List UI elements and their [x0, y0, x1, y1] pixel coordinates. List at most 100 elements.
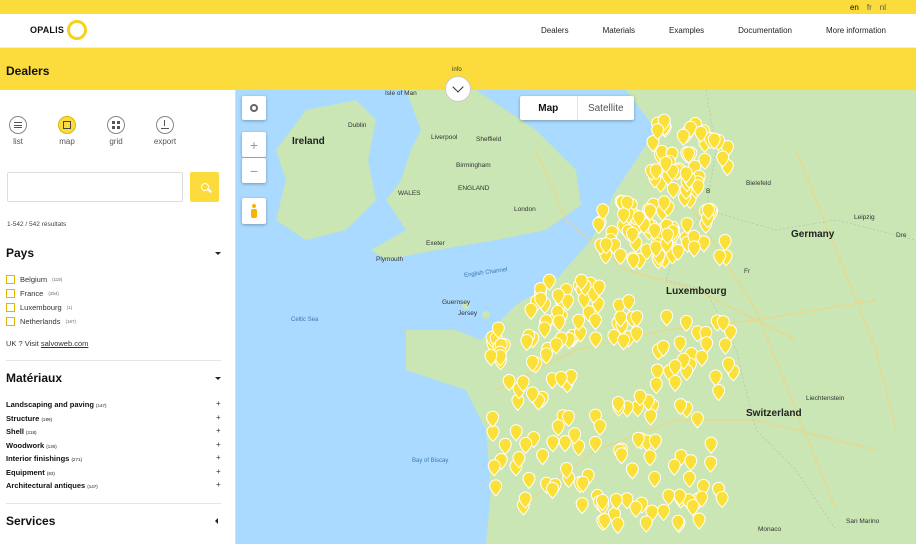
dealer-marker[interactable] [704, 455, 718, 473]
material-woodwork[interactable]: Woodwork (130) [6, 441, 57, 450]
dealer-marker[interactable] [613, 247, 627, 266]
checkbox[interactable] [6, 289, 15, 298]
dealer-marker[interactable] [684, 454, 698, 472]
nav-documentation[interactable]: Documentation [738, 26, 792, 35]
dealer-marker[interactable] [660, 309, 674, 327]
dealer-marker[interactable] [709, 369, 723, 387]
zoom-in-button[interactable]: + [242, 132, 266, 157]
pays-title[interactable]: Pays [6, 246, 34, 260]
dealer-marker[interactable] [718, 233, 732, 252]
dealer-marker[interactable] [666, 181, 680, 200]
dealer-marker[interactable] [673, 335, 687, 353]
dealer-marker[interactable] [489, 479, 503, 497]
dealer-marker[interactable] [546, 435, 560, 453]
services-title[interactable]: Services [6, 514, 55, 528]
dealer-marker[interactable] [643, 449, 657, 467]
dealer-marker[interactable] [539, 347, 553, 365]
dealer-marker[interactable] [625, 462, 639, 480]
plus-icon[interactable]: + [216, 399, 221, 408]
material-equipment[interactable]: Equipment (83) [6, 468, 55, 477]
dealer-marker[interactable] [690, 411, 704, 429]
dealer-marker[interactable] [715, 490, 729, 509]
map-type-map[interactable]: Map [520, 96, 578, 120]
search-button[interactable] [190, 172, 219, 202]
dealer-marker[interactable] [657, 503, 671, 522]
info-toggle-button[interactable] [445, 76, 471, 102]
dealer-marker[interactable] [668, 374, 682, 393]
dealer-marker[interactable] [704, 436, 718, 454]
dealer-marker[interactable] [639, 515, 653, 533]
dealer-marker[interactable] [558, 435, 572, 453]
nav-dealers[interactable]: Dealers [541, 26, 569, 35]
dealer-marker[interactable] [629, 500, 643, 518]
caret-down-icon[interactable] [215, 377, 221, 380]
view-grid[interactable]: grid [106, 116, 126, 146]
dealer-marker[interactable] [712, 384, 726, 402]
salvoweb-link[interactable]: salvoweb.com [41, 339, 89, 348]
plus-icon[interactable]: + [216, 413, 221, 422]
dealer-marker[interactable] [588, 435, 602, 454]
dealer-marker[interactable] [679, 314, 693, 333]
dealer-marker[interactable] [682, 470, 696, 488]
lang-nl[interactable]: nl [880, 3, 886, 12]
dealer-marker[interactable] [648, 433, 662, 451]
dealer-marker[interactable] [552, 314, 566, 332]
dealer-marker[interactable] [687, 240, 701, 258]
dealer-marker[interactable] [524, 302, 538, 320]
dealer-marker[interactable] [589, 313, 603, 331]
dealer-marker[interactable] [609, 492, 623, 511]
dealer-marker[interactable] [648, 470, 662, 489]
material-architectural-antiques[interactable]: Architectural antiques (147) [6, 481, 98, 490]
caret-down-icon[interactable] [215, 252, 221, 255]
dealer-marker[interactable] [498, 437, 512, 455]
nav-materials[interactable]: Materials [603, 26, 635, 35]
country-netherlands[interactable]: Netherlands (167) [6, 317, 76, 326]
view-list[interactable]: list [8, 116, 28, 146]
material-shell[interactable]: Shell (218) [6, 427, 37, 436]
nav-more-information[interactable]: More information [826, 26, 886, 35]
checkbox[interactable] [6, 275, 15, 284]
plus-icon[interactable]: + [216, 426, 221, 435]
logo[interactable]: OPALIS [30, 20, 88, 40]
view-map[interactable]: map [57, 116, 77, 146]
zoom-out-button[interactable]: − [242, 158, 266, 183]
material-landscaping[interactable]: Landscaping and paving (147) [6, 400, 107, 409]
dealer-marker[interactable] [538, 321, 552, 339]
view-export[interactable]: export [154, 116, 176, 146]
materiaux-title[interactable]: Matériaux [6, 371, 62, 385]
dealer-marker[interactable] [519, 436, 533, 455]
dealer-marker[interactable] [520, 334, 534, 352]
dealer-marker[interactable] [487, 459, 501, 477]
plus-icon[interactable]: + [216, 453, 221, 462]
dealer-markers[interactable] [236, 90, 916, 544]
map-type-satellite[interactable]: Satellite [578, 96, 635, 120]
dealer-marker[interactable] [536, 448, 550, 466]
dealer-marker[interactable] [545, 481, 559, 500]
material-interior-finishings[interactable]: Interior finishings (271) [6, 454, 82, 463]
dealer-marker[interactable] [593, 418, 607, 437]
map-canvas[interactable]: Map Satellite + − Isle of Man Ireland Du… [236, 90, 916, 544]
dealer-marker[interactable] [667, 458, 681, 476]
search-input[interactable] [7, 172, 183, 202]
dealer-marker[interactable] [611, 516, 625, 535]
checkbox[interactable] [6, 317, 15, 326]
dealer-marker[interactable] [522, 471, 536, 490]
dealer-marker[interactable] [486, 424, 500, 443]
dealer-marker[interactable] [486, 410, 500, 428]
dealer-marker[interactable] [615, 447, 629, 465]
plus-icon[interactable]: + [216, 480, 221, 489]
dealer-marker[interactable] [509, 424, 523, 442]
dealer-marker[interactable] [551, 419, 565, 437]
material-structure[interactable]: Structure (189) [6, 414, 52, 423]
lang-fr[interactable]: fr [867, 3, 872, 12]
caret-left-icon[interactable] [215, 518, 218, 524]
dealer-marker[interactable] [649, 376, 663, 395]
dealer-marker[interactable] [617, 333, 631, 351]
plus-icon[interactable]: + [216, 440, 221, 449]
checkbox[interactable] [6, 303, 15, 312]
country-luxembourg[interactable]: Luxembourg (1) [6, 303, 72, 312]
country-belgium[interactable]: Belgium (119) [6, 275, 62, 284]
dealer-marker[interactable] [692, 512, 706, 530]
plus-icon[interactable]: + [216, 467, 221, 476]
nav-examples[interactable]: Examples [669, 26, 704, 35]
